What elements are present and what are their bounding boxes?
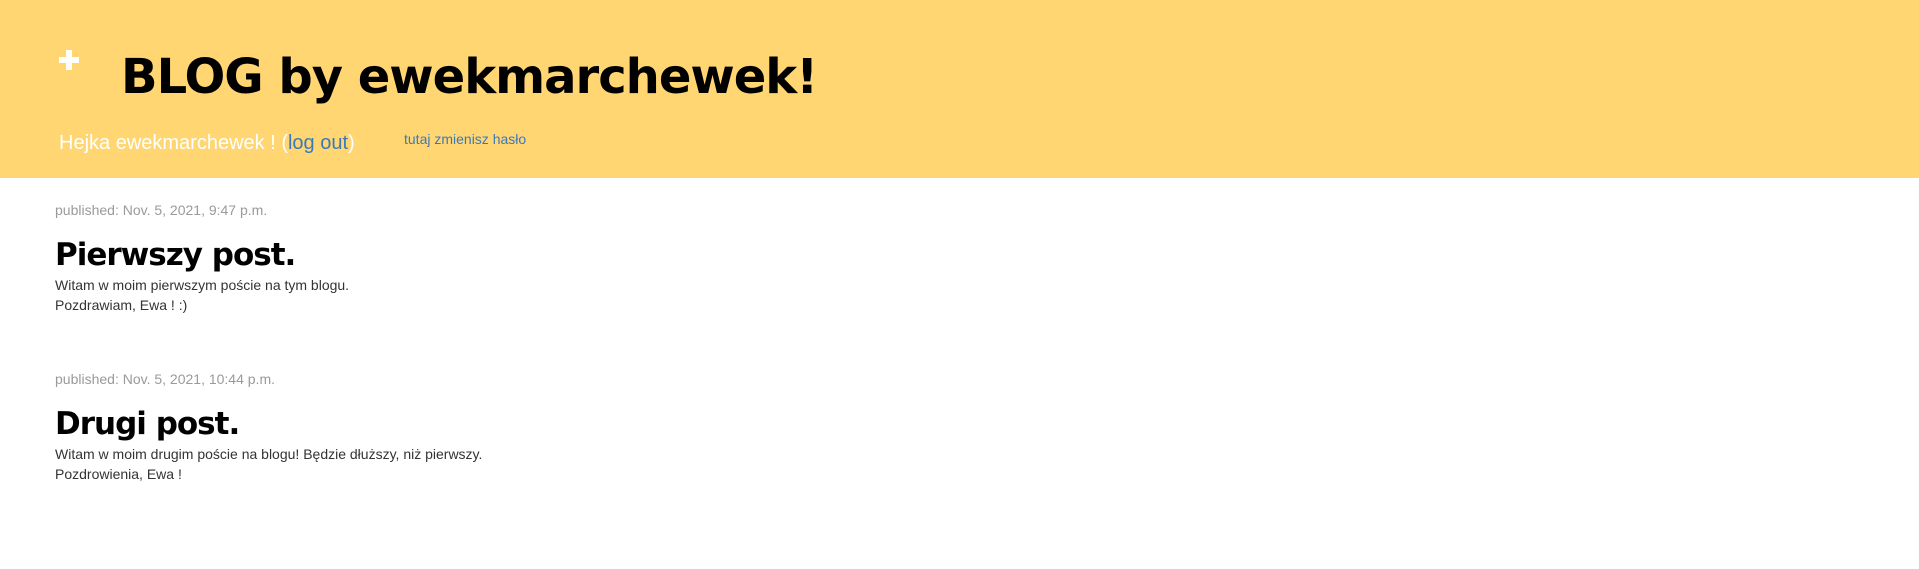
post-published-date: published: Nov. 5, 2021, 9:47 p.m. <box>55 202 268 218</box>
post-body-line: Witam w moim pierwszym poście na tym blo… <box>55 277 350 293</box>
post-published-date: published: Nov. 5, 2021, 10:44 p.m. <box>55 371 275 387</box>
greeting-text: Hejka ewekmarchewek ! <box>59 132 276 154</box>
post-body: Witam w moim pierwszym poście na tym blo… <box>55 275 955 315</box>
logout-paren-close: ) <box>348 132 355 154</box>
post-body-line: Pozdrawiam, Ewa ! :) <box>55 297 188 313</box>
post-item: published: Nov. 5, 2021, 10:44 p.m. Drug… <box>55 370 955 484</box>
post-title-link[interactable]: Drugi post. <box>55 406 955 442</box>
logout-paren-open: ( <box>281 132 288 154</box>
page-header: BLOG by ewekmarchewek! Hejka ewekmarchew… <box>0 0 1919 178</box>
plus-icon <box>59 50 79 70</box>
logout-link[interactable]: log out <box>288 132 348 154</box>
change-password-link[interactable]: tutaj zmienisz hasło <box>404 130 526 148</box>
post-body-line: Witam w moim drugim poście na blogu! Będ… <box>55 446 483 462</box>
site-title[interactable]: BLOG by ewekmarchewek! <box>121 46 818 108</box>
post-body-line: Pozdrowienia, Ewa ! <box>55 466 182 482</box>
user-greeting: Hejka ewekmarchewek ! (log out) <box>59 131 355 155</box>
add-post-button[interactable] <box>57 48 81 72</box>
post-body: Witam w moim drugim poście na blogu! Będ… <box>55 444 955 484</box>
post-item: published: Nov. 5, 2021, 9:47 p.m. Pierw… <box>55 201 955 315</box>
post-title-link[interactable]: Pierwszy post. <box>55 237 955 273</box>
